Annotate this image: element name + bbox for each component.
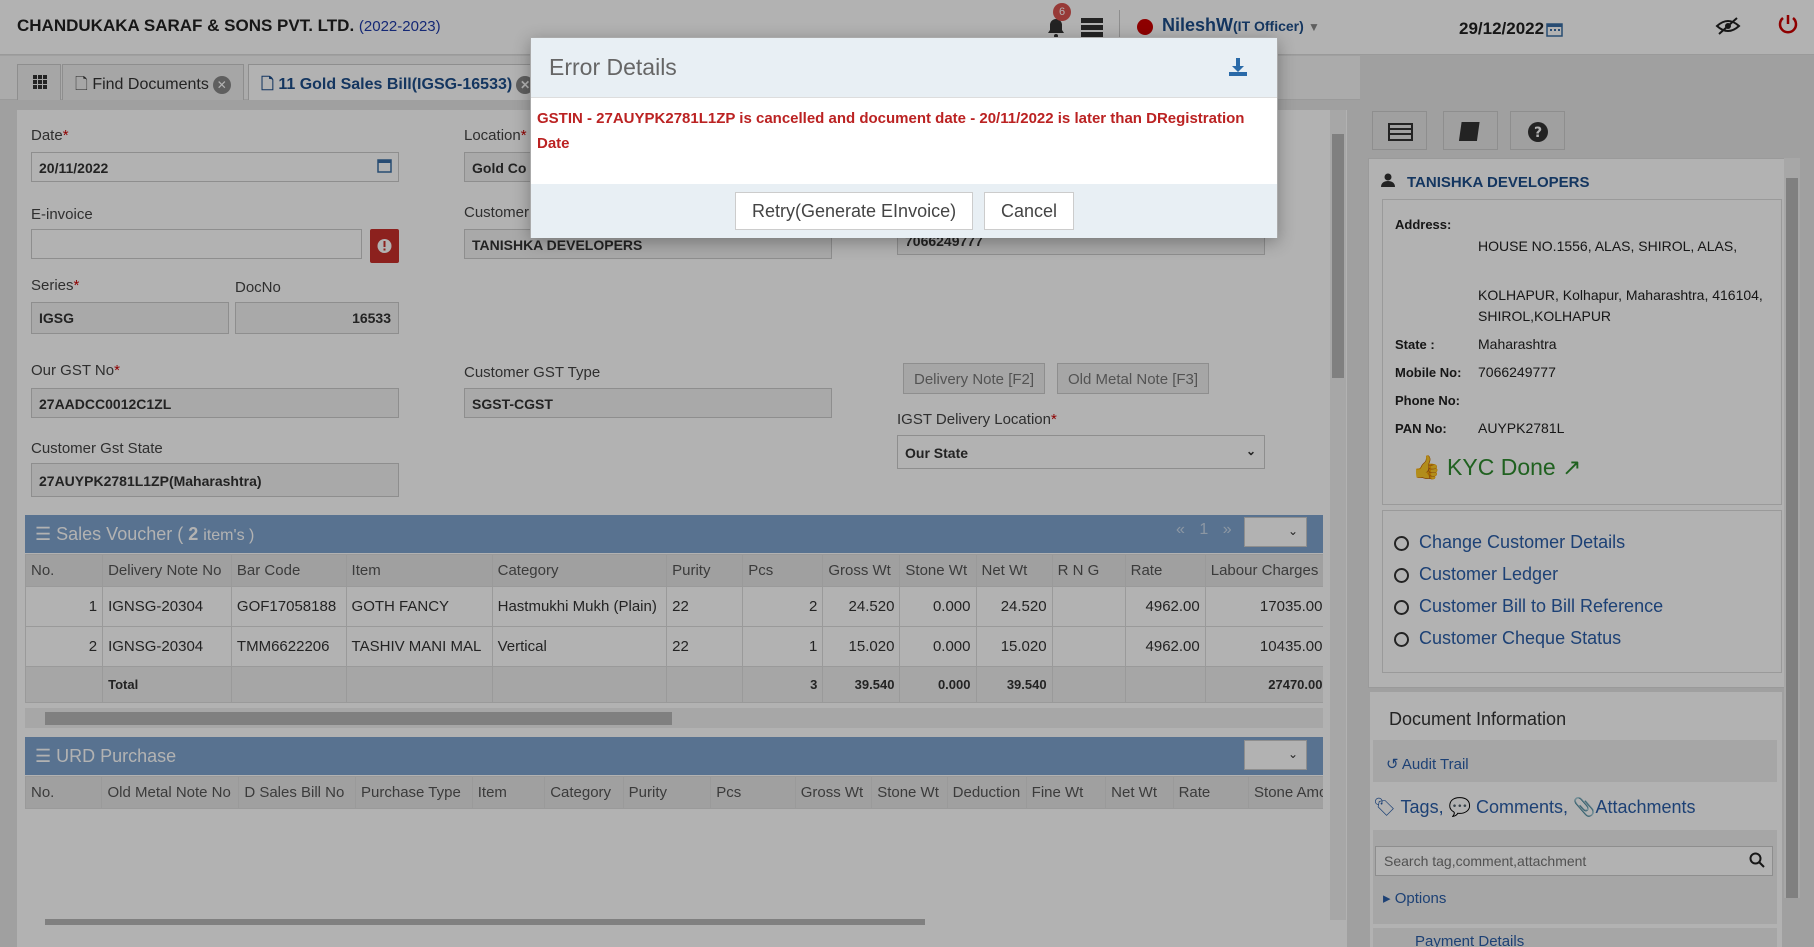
cancel-button[interactable]: Cancel	[984, 192, 1075, 230]
error-details-modal: Error Details GSTIN - 27AUYPK2781L1ZP is…	[530, 37, 1278, 238]
download-icon[interactable]	[1227, 56, 1249, 78]
error-message: GSTIN - 27AUYPK2781L1ZP is cancelled and…	[537, 110, 1245, 152]
modal-title: Error Details	[549, 54, 677, 80]
retry-generate-einvoice-button[interactable]: Retry(Generate EInvoice)	[735, 192, 974, 230]
